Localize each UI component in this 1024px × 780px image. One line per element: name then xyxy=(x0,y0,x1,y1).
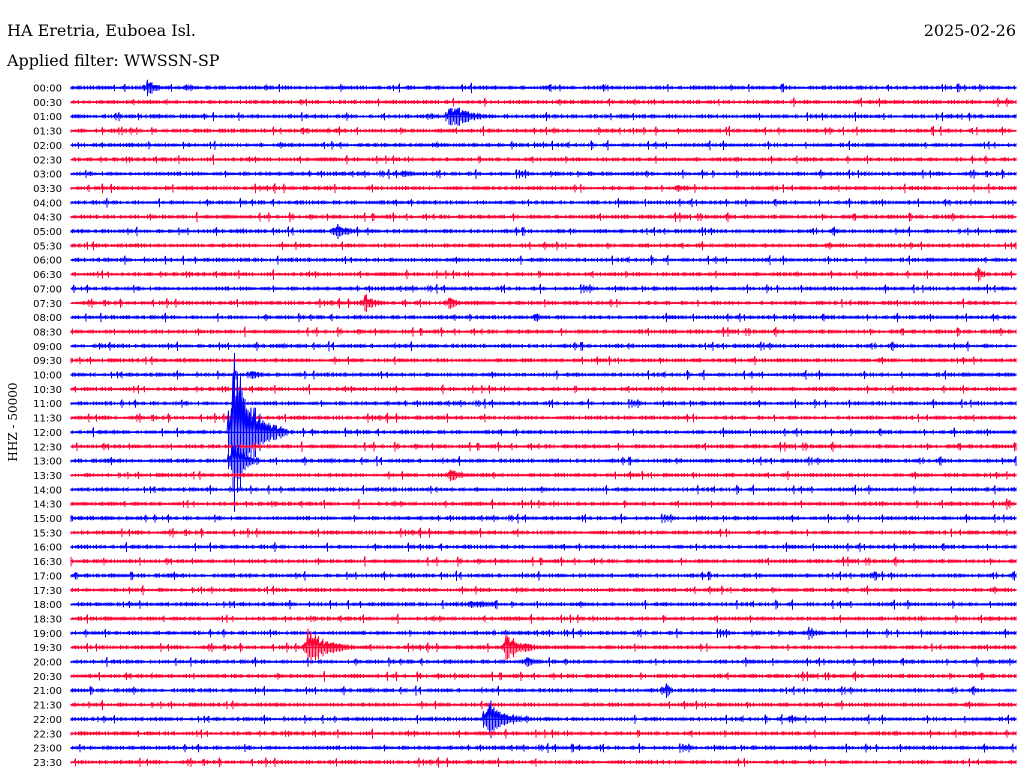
row-time-label: 03:30 xyxy=(33,184,62,195)
row-time-label: 03:00 xyxy=(33,170,62,181)
row-time-label: 14:30 xyxy=(33,500,62,511)
row-time-label: 16:00 xyxy=(33,543,62,554)
row-time-label: 05:30 xyxy=(33,241,62,252)
row-time-label: 21:00 xyxy=(33,686,62,697)
row-time-label: 10:00 xyxy=(33,371,62,382)
row-time-label: 11:30 xyxy=(33,414,62,425)
row-time-label: 10:30 xyxy=(33,385,62,396)
row-time-label: 12:00 xyxy=(33,428,62,439)
row-time-label: 20:00 xyxy=(33,658,62,669)
row-time-label: 13:00 xyxy=(33,457,62,468)
row-time-label: 13:30 xyxy=(33,471,62,482)
row-time-label: 22:30 xyxy=(33,729,62,740)
row-time-label: 09:00 xyxy=(33,342,62,353)
row-time-label: 00:30 xyxy=(33,98,62,109)
row-time-label: 18:30 xyxy=(33,614,62,625)
row-time-label: 01:00 xyxy=(33,112,62,123)
row-time-label: 15:00 xyxy=(33,514,62,525)
row-time-label: 00:00 xyxy=(33,84,62,95)
helicorder-plot: 00:00 00:30 01:00 01:30 02:00 02:30 03:00 03:30… xyxy=(33,79,1017,769)
row-time-label: 19:30 xyxy=(33,643,62,654)
row-time-label: 06:00 xyxy=(33,256,62,267)
row-time-label: 01:30 xyxy=(33,127,62,138)
row-time-label: 18:00 xyxy=(33,600,62,611)
row-time-label: 04:30 xyxy=(33,213,62,224)
row-time-label: 11:00 xyxy=(33,399,62,410)
row-time-label: 21:30 xyxy=(33,701,62,712)
row-time-label: 14:00 xyxy=(33,485,62,496)
row-time-label: 06:30 xyxy=(33,270,62,281)
row-time-label: 23:00 xyxy=(33,744,62,755)
row-time-label: 15:30 xyxy=(33,528,62,539)
row-time-label: 20:30 xyxy=(33,672,62,683)
row-time-label: 17:30 xyxy=(33,586,62,597)
row-time-label: 08:00 xyxy=(33,313,62,324)
row-time-label: 22:00 xyxy=(33,715,62,726)
row-time-label: 04:00 xyxy=(33,198,62,209)
row-time-label: 12:30 xyxy=(33,442,62,453)
row-time-label: 08:30 xyxy=(33,327,62,338)
row-time-label: 07:00 xyxy=(33,284,62,295)
row-time-label: 19:00 xyxy=(33,629,62,640)
row-time-label: 02:00 xyxy=(33,141,62,152)
row-time-label: 23:30 xyxy=(33,758,62,769)
row-time-label: 05:00 xyxy=(33,227,62,238)
row-time-label: 16:30 xyxy=(33,557,62,568)
row-time-label: 02:30 xyxy=(33,155,62,166)
row-time-label: 07:30 xyxy=(33,299,62,310)
row-time-label: 09:30 xyxy=(33,356,62,367)
row-time-label: 17:00 xyxy=(33,571,62,582)
